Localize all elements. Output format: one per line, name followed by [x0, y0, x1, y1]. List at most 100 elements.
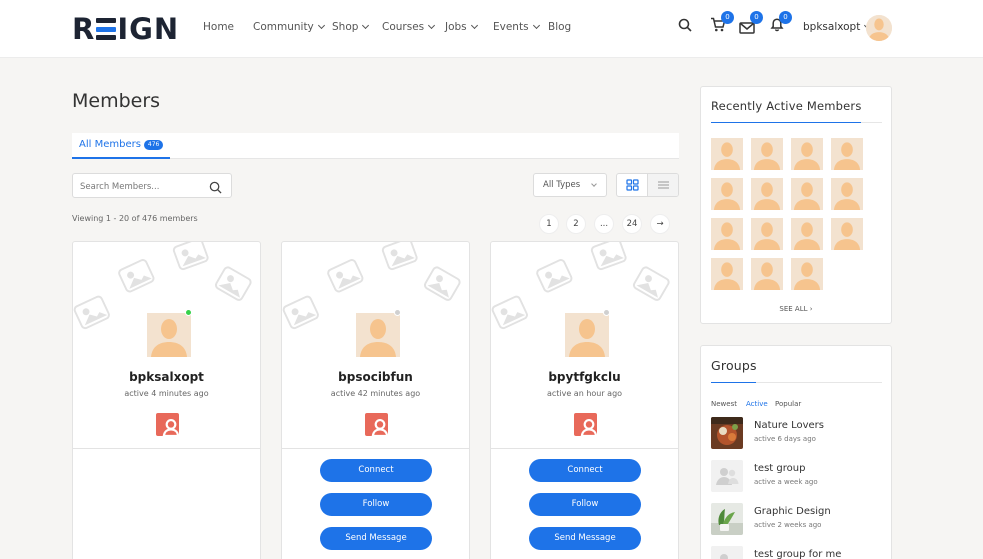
member-avatar[interactable]	[791, 258, 823, 290]
cart-count-badge: 0	[721, 11, 734, 24]
nav-community[interactable]: Community	[253, 21, 325, 33]
group-last-active: active 2 weeks ago	[754, 521, 822, 529]
member-name[interactable]: bpsocibfun	[282, 370, 469, 384]
offline-status-dot	[603, 309, 610, 316]
chevron-down-icon	[591, 181, 597, 187]
group-name: Graphic Design	[754, 506, 831, 517]
user-icon	[365, 413, 388, 436]
member-avatar[interactable]	[791, 138, 823, 170]
member-avatar[interactable]	[565, 313, 609, 357]
group-last-active: active 6 days ago	[754, 435, 816, 443]
logo-e-glyph	[96, 18, 117, 40]
search-icon[interactable]	[209, 179, 222, 198]
member-avatar[interactable]	[711, 138, 743, 170]
nav-shop[interactable]: Shop	[332, 21, 370, 33]
groups-widget: Groups Newest Active Popular Nature Love…	[700, 345, 892, 559]
profile-button[interactable]	[365, 413, 388, 436]
member-last-active: active 4 minutes ago	[124, 389, 209, 398]
messages-icon[interactable]: 0	[739, 11, 763, 38]
nav-blog[interactable]: Blog	[548, 21, 571, 33]
member-avatar[interactable]	[751, 178, 783, 210]
grid-view-button[interactable]	[617, 174, 648, 196]
member-avatar[interactable]	[791, 218, 823, 250]
member-avatar[interactable]	[147, 313, 191, 357]
chevron-down-icon	[317, 21, 325, 30]
nav-jobs[interactable]: Jobs	[445, 21, 478, 33]
site-header: R IGN Home Community Shop Courses Jobs Ev…	[0, 0, 983, 58]
send-message-button[interactable]: Send Message	[529, 527, 641, 550]
grid-icon	[626, 179, 639, 191]
username: bpksalxopt	[803, 21, 861, 33]
member-avatar[interactable]	[751, 218, 783, 250]
member-last-active: active 42 minutes ago	[330, 389, 421, 398]
list-view-button[interactable]	[648, 174, 678, 196]
member-search	[72, 173, 232, 199]
group-last-active: active a week ago	[754, 478, 818, 486]
reign-logo[interactable]: R IGN	[72, 14, 179, 44]
member-card: bpksalxopt active 4 minutes ago	[72, 241, 261, 559]
widget-title: Groups	[711, 358, 757, 373]
group-avatar	[711, 417, 743, 449]
bell-icon[interactable]: 0	[770, 11, 792, 36]
page-title: Members	[72, 90, 161, 112]
chevron-down-icon	[362, 21, 370, 30]
user-avatar[interactable]	[866, 15, 892, 41]
offline-status-dot	[394, 309, 401, 316]
member-card: bpsocibfun active 42 minutes ago Connect…	[281, 241, 470, 559]
chevron-down-icon	[470, 21, 478, 30]
member-avatar[interactable]	[791, 178, 823, 210]
profile-button[interactable]	[156, 413, 179, 436]
member-avatar[interactable]	[356, 313, 400, 357]
profile-button[interactable]	[574, 413, 597, 436]
chevron-right-icon: ›	[809, 305, 813, 313]
search-input[interactable]	[73, 175, 198, 199]
user-icon	[574, 413, 597, 436]
chevron-down-icon	[428, 21, 436, 30]
tab-active[interactable]: Active	[746, 400, 768, 408]
member-avatar[interactable]	[751, 138, 783, 170]
user-icon	[156, 413, 179, 436]
tab-all-members[interactable]: All Members 476	[72, 133, 171, 159]
member-avatar[interactable]	[831, 138, 863, 170]
nav-home[interactable]: Home	[203, 21, 234, 33]
group-avatar	[711, 460, 743, 492]
member-last-active: active an hour ago	[546, 389, 623, 398]
member-avatar[interactable]	[751, 258, 783, 290]
see-all-link[interactable]: SEE ALL ›	[701, 305, 891, 313]
online-status-dot	[185, 309, 192, 316]
cart-icon[interactable]: 0	[710, 11, 734, 36]
connect-button[interactable]: Connect	[529, 459, 641, 482]
group-name: Nature Lovers	[754, 420, 824, 431]
user-menu[interactable]: bpksalxopt	[803, 21, 872, 33]
recently-active-widget: Recently Active Members SEE ALL ›	[700, 86, 892, 324]
member-avatar[interactable]	[711, 178, 743, 210]
view-toggle	[616, 173, 679, 197]
member-name[interactable]: bpksalxopt	[73, 370, 260, 384]
group-avatar	[711, 546, 743, 559]
page-2[interactable]: 2	[566, 214, 586, 234]
page-24[interactable]: 24	[622, 214, 642, 234]
search-icon[interactable]	[678, 17, 692, 36]
tab-newest[interactable]: Newest	[711, 400, 737, 408]
follow-button[interactable]: Follow	[320, 493, 432, 516]
member-avatar[interactable]	[831, 218, 863, 250]
page-ellipsis: ...	[594, 214, 614, 234]
member-avatar[interactable]	[711, 218, 743, 250]
widget-title: Recently Active Members	[711, 99, 862, 113]
group-name: test group for me	[754, 549, 842, 559]
member-avatar[interactable]	[831, 178, 863, 210]
next-page-button[interactable]: →	[650, 214, 670, 234]
nav-courses[interactable]: Courses	[382, 21, 436, 33]
nav-events[interactable]: Events	[493, 21, 540, 33]
connect-button[interactable]: Connect	[320, 459, 432, 482]
member-name[interactable]: bpytfgkclu	[491, 370, 678, 384]
member-avatar[interactable]	[711, 258, 743, 290]
tab-popular[interactable]: Popular	[775, 400, 801, 408]
follow-button[interactable]: Follow	[529, 493, 641, 516]
messages-count-badge: 0	[750, 11, 763, 24]
member-type-select[interactable]: All Types	[533, 173, 607, 197]
page-1[interactable]: 1	[539, 214, 559, 234]
chevron-down-icon	[532, 21, 540, 30]
send-message-button[interactable]: Send Message	[320, 527, 432, 550]
members-tabs: All Members 476	[72, 133, 679, 159]
